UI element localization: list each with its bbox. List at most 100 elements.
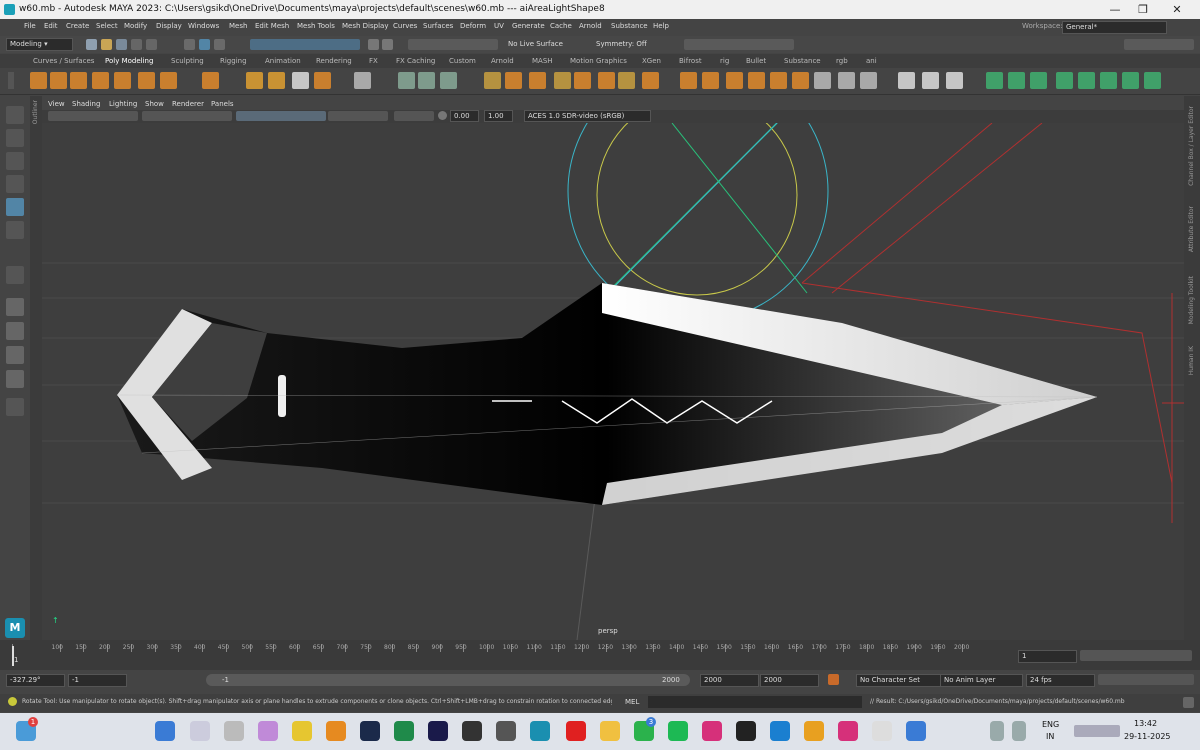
shelf-tool-icon-41[interactable] (1078, 72, 1095, 89)
shelf-tab-rigging[interactable]: Rigging (220, 57, 247, 65)
right-panel-strip[interactable]: Channel Box / Layer Editor Attribute Edi… (1184, 96, 1200, 640)
shelf-tool-icon-35[interactable] (922, 72, 939, 89)
menu-curves[interactable]: Curves (393, 22, 417, 30)
shelf-tool-icon-9[interactable] (246, 72, 263, 89)
symmetry-label[interactable]: Symmetry: Off (596, 40, 647, 48)
menu-modify[interactable]: Modify (124, 22, 147, 30)
live-surface-label[interactable]: No Live Surface (508, 40, 563, 48)
menu-surfaces[interactable]: Surfaces (423, 22, 453, 30)
shelf-tool-icon-44[interactable] (1144, 72, 1161, 89)
menu-mesh-display[interactable]: Mesh Display (342, 22, 388, 30)
save-scene-icon[interactable] (116, 39, 127, 50)
shelf-tool-icon-37[interactable] (986, 72, 1003, 89)
undo-icon[interactable] (131, 39, 142, 50)
shelf-tool-icon-5[interactable] (114, 72, 131, 89)
outliner-strip[interactable]: Outliner (30, 96, 42, 640)
youtube-icon[interactable] (566, 721, 586, 741)
shelf-tab-substance[interactable]: Substance (784, 57, 821, 65)
shelf-tab-fx-caching[interactable]: FX Caching (396, 57, 435, 65)
shelf-tool-icon-42[interactable] (1100, 72, 1117, 89)
maya-home-icon[interactable]: M (5, 618, 25, 638)
lasso-tool-icon[interactable] (6, 129, 24, 147)
shading-mode-icons[interactable] (236, 111, 326, 121)
shelf-tool-icon-43[interactable] (1122, 72, 1139, 89)
render-icons[interactable] (684, 39, 794, 50)
shelf-tool-icon-21[interactable] (574, 72, 591, 89)
end-frame-field[interactable]: 2000 (700, 674, 759, 687)
menu-uv[interactable]: UV (494, 22, 504, 30)
highlight-icon[interactable] (382, 39, 393, 50)
select-object-icon[interactable] (199, 39, 210, 50)
system-tray-icons[interactable] (1074, 725, 1120, 737)
maximize-button[interactable]: ❐ (1128, 1, 1158, 18)
shelf-tool-icon-8[interactable] (202, 72, 219, 89)
shelf-tool-icon-13[interactable] (354, 72, 371, 89)
lighting-icons[interactable] (328, 111, 388, 121)
shelf-tab-fx[interactable]: FX (369, 57, 378, 65)
viewport-persp[interactable]: ↑ persp (42, 123, 1184, 640)
start-frame-field[interactable]: -1 (68, 674, 127, 687)
menu-set-dropdown[interactable]: Modeling ▾ (6, 38, 73, 51)
menu-mesh-tools[interactable]: Mesh Tools (297, 22, 335, 30)
menu-edit[interactable]: Edit (44, 22, 58, 30)
menu-mesh[interactable]: Mesh (229, 22, 247, 30)
panel-menu-view[interactable]: View (48, 100, 65, 108)
shelf-tab-animation[interactable]: Animation (265, 57, 301, 65)
select-hierarchy-icon[interactable] (184, 39, 195, 50)
app-icon-2[interactable] (462, 721, 482, 741)
scale-tool-icon[interactable] (6, 221, 24, 239)
snap-icons[interactable] (408, 39, 498, 50)
copilot-icon[interactable] (258, 721, 278, 741)
menu-arnold[interactable]: Arnold (579, 22, 602, 30)
lock-icon[interactable] (368, 39, 379, 50)
shelf-tool-icon-2[interactable] (50, 72, 67, 89)
shelf-tab-xgen[interactable]: XGen (642, 57, 661, 65)
shelf-tool-icon-14[interactable] (398, 72, 415, 89)
menu-generate[interactable]: Generate (512, 22, 545, 30)
panel-menu-show[interactable]: Show (145, 100, 164, 108)
show-hidden-icons[interactable] (990, 721, 1004, 741)
gamma-field[interactable]: 1.00 (484, 110, 513, 122)
shelf-tool-icon-23[interactable] (618, 72, 635, 89)
shelf-tab-rig[interactable]: rig (720, 57, 729, 65)
shelf-tool-icon-19[interactable] (529, 72, 546, 89)
chrome-icon[interactable] (804, 721, 824, 741)
shelf-tool-icon-38[interactable] (1008, 72, 1025, 89)
anim-layer-dropdown[interactable]: No Anim Layer (940, 674, 1023, 687)
shelf-tool-icon-34[interactable] (898, 72, 915, 89)
shelf-tool-icon-33[interactable] (860, 72, 877, 89)
spotify-icon[interactable] (668, 721, 688, 741)
minimize-button[interactable]: — (1100, 1, 1130, 18)
shelf-tab-ani[interactable]: ani (866, 57, 877, 65)
panel-menu-renderer[interactable]: Renderer (172, 100, 204, 108)
select-component-icon[interactable] (214, 39, 225, 50)
shelf-tool-icon-39[interactable] (1030, 72, 1047, 89)
shelf-tool-icon-18[interactable] (505, 72, 522, 89)
command-line-input[interactable] (648, 696, 862, 708)
exposure-field[interactable]: 0.00 (450, 110, 479, 122)
redo-icon[interactable] (146, 39, 157, 50)
character-set-dropdown[interactable]: No Character Set (856, 674, 941, 687)
menu-help[interactable]: Help (653, 22, 669, 30)
menu-create[interactable]: Create (66, 22, 89, 30)
shelf-tool-icon-25[interactable] (680, 72, 697, 89)
shelf-tab-sculpting[interactable]: Sculpting (171, 57, 204, 65)
human-ik-tab[interactable]: Human IK (1188, 346, 1195, 375)
shelf-tool-icon-32[interactable] (838, 72, 855, 89)
clock-date[interactable]: 29-11-2025 (1124, 732, 1171, 741)
shelf-tab-motion-graphics[interactable]: Motion Graphics (570, 57, 627, 65)
shelf-options-icon[interactable] (8, 72, 14, 89)
panel-menu-lighting[interactable]: Lighting (109, 100, 137, 108)
isolate-icons[interactable] (394, 111, 434, 121)
microphone-icon[interactable] (1012, 721, 1026, 741)
shelf-tool-icon-30[interactable] (792, 72, 809, 89)
shelf-tab-rendering[interactable]: Rendering (316, 57, 352, 65)
camera-icons[interactable] (48, 111, 138, 121)
after-effects-icon[interactable] (428, 721, 448, 741)
app-icon-6[interactable] (906, 721, 926, 741)
menu-display[interactable]: Display (156, 22, 182, 30)
shelf-tool-icon-10[interactable] (268, 72, 285, 89)
outliner-pane-icon[interactable] (6, 370, 24, 388)
shelf-tool-icon-4[interactable] (92, 72, 109, 89)
instagram-icon-2[interactable] (838, 721, 858, 741)
